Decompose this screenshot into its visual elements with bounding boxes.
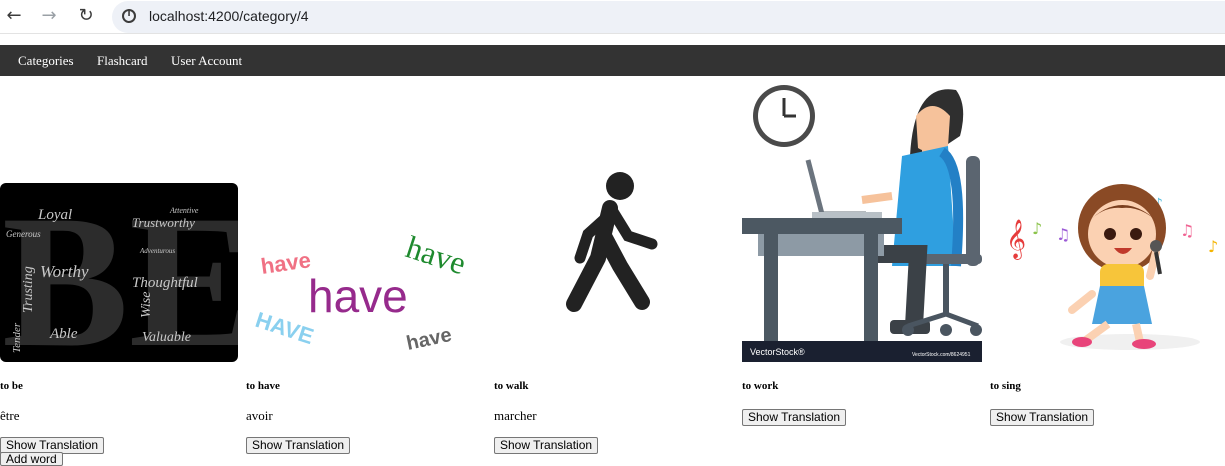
image-word: Able — [49, 326, 78, 342]
card-word: to have — [246, 380, 280, 392]
card-word: to be — [0, 380, 23, 392]
card-translation: être — [0, 408, 20, 423]
card-word: to sing — [990, 380, 1021, 392]
office-worker-image: VectorStock® VectorStock.com/8624951 — [742, 76, 982, 362]
show-translation-button[interactable]: Show Translation — [742, 409, 847, 426]
info-icon[interactable] — [122, 9, 136, 23]
image-word: have — [402, 228, 471, 281]
image-word: Tender — [11, 322, 23, 353]
card-translation: marcher — [494, 408, 537, 423]
card-word: to walk — [494, 380, 529, 392]
card-word: to work — [742, 380, 779, 392]
forward-icon[interactable]: → — [37, 4, 61, 28]
nav-categories[interactable]: Categories — [18, 53, 74, 69]
walking-person-icon — [494, 166, 732, 316]
url-text: localhost:4200/category/4 — [149, 8, 309, 24]
show-translation-button[interactable]: Show Translation — [494, 437, 599, 454]
add-word-button[interactable]: Add word — [0, 452, 63, 466]
address-bar[interactable]: localhost:4200/category/4 — [112, 1, 1225, 33]
image-word: Attentive — [169, 206, 199, 215]
image-word: Worthy — [40, 262, 89, 281]
image-word: have — [259, 247, 312, 279]
reload-icon[interactable]: ↻ — [74, 4, 98, 28]
nav-user-account[interactable]: User Account — [171, 53, 242, 69]
image-word: have — [404, 324, 453, 355]
svg-text:♪: ♪ — [1208, 237, 1218, 256]
browser-toolbar: ← → ↻ localhost:4200/category/4 — [0, 0, 1225, 34]
image-word: Thoughtful — [132, 275, 198, 291]
have-words-image: have have have HAVE have — [246, 226, 484, 362]
image-word: Adventurous — [139, 247, 175, 255]
svg-text:♪: ♪ — [1032, 219, 1042, 238]
image-word: Trustworthy — [132, 215, 195, 230]
singing-girl-image: 𝄞 ♪ ♫ ♪ ♫ ♪ — [990, 164, 1225, 354]
svg-text:♫: ♫ — [1180, 221, 1194, 240]
card-translation: avoir — [246, 408, 273, 423]
svg-text:♫: ♫ — [1056, 225, 1070, 244]
image-watermark-url: VectorStock.com/8624951 — [912, 352, 971, 358]
show-translation-button[interactable]: Show Translation — [990, 409, 1095, 426]
svg-text:𝄞: 𝄞 — [1006, 219, 1026, 260]
image-word: have — [308, 270, 408, 322]
nav-flashcard[interactable]: Flashcard — [97, 53, 148, 69]
be-word-cloud-image: BE Loyal Trustworthy Worthy Thoughtful W… — [0, 177, 255, 387]
app-navbar: Categories Flashcard User Account — [0, 45, 1225, 76]
image-word: Wise — [139, 292, 154, 318]
image-word: Trusting — [21, 266, 36, 313]
image-watermark: VectorStock® — [750, 347, 805, 357]
image-word: Generous — [6, 229, 41, 239]
show-translation-button[interactable]: Show Translation — [246, 437, 351, 454]
back-icon[interactable]: ← — [2, 4, 26, 28]
image-word: Loyal — [37, 207, 72, 223]
image-word: Valuable — [142, 330, 191, 345]
